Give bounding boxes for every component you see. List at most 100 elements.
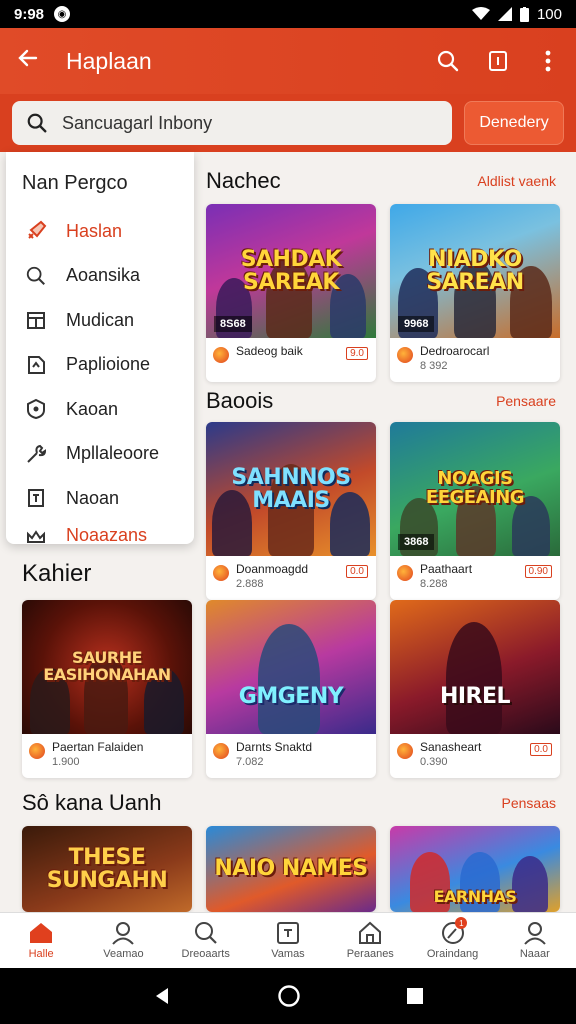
nav-item-peraanes[interactable]: Peraanes xyxy=(329,913,411,968)
game-art-title: SAHDAK SAREAK xyxy=(240,246,342,295)
game-art-title: EARNHAS xyxy=(433,886,517,906)
bottom-navigation: Halle Veamao Dreoaarts Vamas Peraanes 1 … xyxy=(0,912,576,968)
nav-item-halle[interactable]: Halle xyxy=(0,913,82,968)
menu-item-label: Mudican xyxy=(66,309,135,330)
nav-label: Halle xyxy=(28,948,54,960)
card-meta: Sadeog baik 9.0 xyxy=(206,338,376,382)
card-meta: Paertan Falaiden 1.900 xyxy=(22,734,192,778)
menu-item-label: Paplioione xyxy=(66,354,151,375)
menu-item-kaoan[interactable]: Kaoan xyxy=(6,387,194,432)
battery-level: 100 xyxy=(536,5,562,23)
recents-square-icon[interactable] xyxy=(406,987,424,1005)
profile-icon xyxy=(112,922,135,945)
game-logo-icon xyxy=(29,743,45,759)
appbar-actions xyxy=(436,49,560,73)
game-art: NIADKO SAREAN 9968 xyxy=(390,204,560,338)
nav-item-oraindang[interactable]: 1 Oraindang xyxy=(411,913,493,968)
game-art: SAURHE EASIHONAHAN xyxy=(22,600,192,734)
rating-tag: 9.0 xyxy=(346,347,368,360)
game-art: EARNHAS xyxy=(390,826,560,912)
nav-item-vamas[interactable]: Vamas xyxy=(247,913,329,968)
nav-label: Naaar xyxy=(519,948,550,960)
search-field[interactable] xyxy=(12,101,452,145)
tabs-icon[interactable] xyxy=(486,49,510,73)
nav-label: Veamao xyxy=(103,948,144,960)
section-header: Sô kana Uanh Pensaas xyxy=(22,790,556,816)
menu-title: Nan Pergco xyxy=(22,172,128,194)
back-arrow-icon[interactable] xyxy=(16,45,50,77)
section-more-link[interactable]: Pensaas xyxy=(502,795,556,811)
game-art: THESE SUNGAHN xyxy=(22,826,192,912)
section-more-link[interactable]: Pensaare xyxy=(496,393,556,409)
game-name: Dedroarocarl xyxy=(420,344,490,358)
nav-item-naaar[interactable]: Naaar xyxy=(494,913,576,968)
menu-item-paplioione[interactable]: Paplioione xyxy=(6,343,194,388)
game-card[interactable]: SAURHE EASIHONAHAN Paertan Falaiden 1.90… xyxy=(22,600,192,778)
back-triangle-icon[interactable] xyxy=(152,986,172,1006)
game-art-title: NOAGIS EEGEAING xyxy=(425,468,525,508)
game-art-title: NIADKO SAREAN xyxy=(426,246,524,295)
game-art: NAIO NAMES xyxy=(206,826,376,912)
game-art-title: GMGENY xyxy=(238,684,344,710)
more-vert-icon[interactable] xyxy=(536,49,560,73)
section-title: Baoois xyxy=(206,388,274,413)
game-meta: 7.082 xyxy=(236,756,264,768)
signal-icon xyxy=(497,7,512,21)
game-art-badge: 3868 xyxy=(398,534,435,550)
game-card[interactable]: GMGENY Darnts Snaktd 7.082 xyxy=(206,600,376,778)
game-art-title: NAIO NAMES xyxy=(214,856,368,882)
user-icon xyxy=(524,922,546,945)
menu-item-label: Haslan xyxy=(66,220,123,241)
game-card[interactable]: THESE SUNGAHN xyxy=(22,826,192,912)
menu-item-mudican[interactable]: Mudican xyxy=(6,298,194,343)
search-input[interactable] xyxy=(62,112,422,134)
game-art: SAHDAK SAREAK 8S68 xyxy=(206,204,376,338)
menu-item-label: Mpllaleoore xyxy=(66,443,160,464)
crown-icon xyxy=(24,525,48,545)
menu-item-aoansika[interactable]: Aoansika xyxy=(6,254,194,299)
game-meta: 1.900 xyxy=(52,756,80,768)
game-name: Sanasheart xyxy=(420,740,482,754)
section-title: Nachec xyxy=(206,168,281,193)
home-circle-icon[interactable] xyxy=(277,984,301,1008)
game-card[interactable]: HIREL Sanasheart 0.390 0.0 xyxy=(390,600,560,778)
menu-item-haslan[interactable]: Haslan xyxy=(6,209,194,254)
nav-item-veamao[interactable]: Veamao xyxy=(82,913,164,968)
game-card[interactable]: NAIO NAMES xyxy=(206,826,376,912)
nav-label: Peraanes xyxy=(346,948,394,960)
game-art-title: HIREL xyxy=(439,684,511,710)
section-more-link[interactable]: Aldlist vaenk xyxy=(477,173,556,189)
section-header: Kahier xyxy=(22,560,556,588)
game-art-badge: 9968 xyxy=(398,316,435,332)
nav-item-dreoaarts[interactable]: Dreoaarts xyxy=(165,913,247,968)
category-menu: Nan Pergco Haslan Aoansika Mudican Papli… xyxy=(6,152,194,544)
menu-item-label: Naoan xyxy=(66,487,120,508)
search-icon[interactable] xyxy=(436,49,460,73)
nav-label: Vamas xyxy=(271,948,305,960)
notification-badge: 1 xyxy=(455,917,468,929)
home-icon xyxy=(30,923,53,943)
tag-icon xyxy=(24,353,48,377)
game-logo-icon xyxy=(397,347,413,363)
page-title: Haplaan xyxy=(66,47,152,74)
menu-item-naoan[interactable]: Naoan xyxy=(6,476,194,521)
section-header: Baoois Pensaare xyxy=(206,388,556,414)
game-card[interactable]: NIADKO SAREAN 9968 Dedroarocarl 8 392 xyxy=(390,204,560,382)
menu-item-noaazans[interactable]: Noaazans xyxy=(6,521,194,545)
status-time: 9:98 xyxy=(14,5,45,23)
store-icon xyxy=(24,308,48,332)
game-art: HIREL xyxy=(390,600,560,734)
menu-item-mpllaleoore[interactable]: Mpllaleoore xyxy=(6,432,194,477)
notification-icon: ◉ xyxy=(54,6,71,22)
system-navigation-bar xyxy=(0,968,576,1024)
game-card[interactable]: SAHDAK SAREAK 8S68 Sadeog baik 9.0 xyxy=(206,204,376,382)
section-title: Kahier xyxy=(22,560,92,587)
search-icon xyxy=(24,264,48,288)
nav-label: Oraindang xyxy=(426,948,479,960)
game-card[interactable]: EARNHAS xyxy=(390,826,560,912)
status-bar: 9:98 ◉ 100 xyxy=(0,0,576,28)
section-header: Nachec Aldlist vaenk xyxy=(206,168,556,194)
search-icon xyxy=(194,922,217,944)
search-icon xyxy=(27,113,47,133)
search-submit-button[interactable]: Denedery xyxy=(464,101,564,145)
